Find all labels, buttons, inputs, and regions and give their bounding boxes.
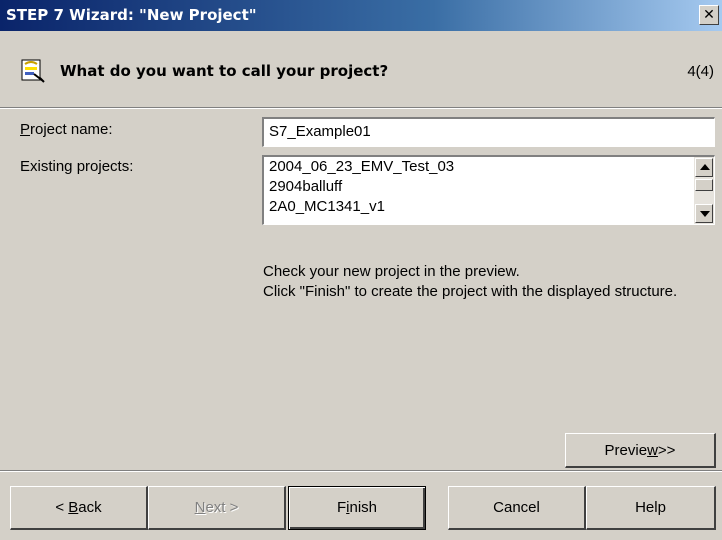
arrow-down-icon (700, 211, 710, 217)
project-name-label: Project name: (20, 121, 113, 138)
info-line-2: Click "Finish" to create the project wit… (263, 283, 678, 300)
help-button[interactable]: Help (586, 486, 716, 530)
step-indicator: 4(4) (687, 63, 714, 80)
window-title: STEP 7 Wizard: "New Project" (6, 6, 257, 24)
arrow-up-icon (700, 164, 710, 170)
wizard-question: What do you want to call your project? (60, 62, 389, 80)
info-text: Check your new project in the preview. C… (263, 262, 703, 302)
scroll-up-button[interactable] (695, 158, 713, 177)
list-item[interactable]: 2904balluff (264, 177, 714, 197)
finish-button[interactable]: Finish (288, 486, 426, 530)
info-line-1: Check your new project in the preview. (263, 263, 520, 280)
close-icon[interactable]: ✕ (699, 5, 719, 25)
list-item[interactable]: 2A0_MC1341_v1 (264, 197, 714, 217)
existing-projects-list[interactable]: 2004_06_23_EMV_Test_03 2904balluff 2A0_M… (262, 155, 715, 225)
scroll-thumb[interactable] (695, 179, 713, 191)
cancel-button[interactable]: Cancel (448, 486, 586, 530)
divider-highlight (0, 471, 722, 472)
list-item[interactable]: 2004_06_23_EMV_Test_03 (264, 157, 714, 177)
wizard-header: What do you want to call your project? 4… (0, 31, 722, 109)
project-name-input[interactable]: S7_Example01 (262, 117, 715, 147)
list-scrollbar[interactable] (694, 157, 714, 224)
title-bar[interactable]: STEP 7 Wizard: "New Project" ✕ (0, 0, 722, 31)
preview-button[interactable]: Preview>> (565, 433, 716, 468)
back-button[interactable]: < Back (10, 486, 148, 530)
wizard-icon (21, 59, 45, 83)
next-button: Next > (148, 486, 286, 530)
existing-projects-label: Existing projects: (20, 158, 134, 175)
scroll-down-button[interactable] (695, 204, 713, 223)
